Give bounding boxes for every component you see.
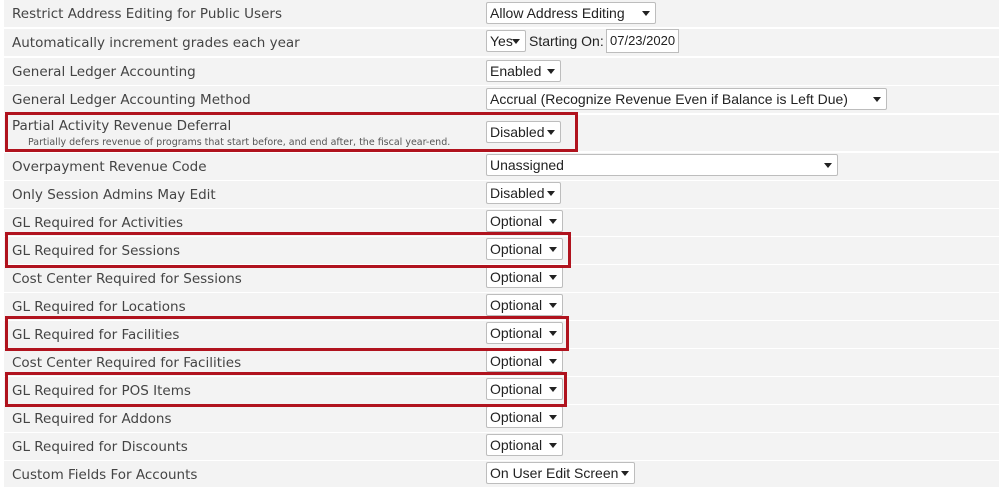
setting-label: General Ledger Accounting Method: [12, 92, 251, 108]
select-value: Optional: [490, 353, 543, 369]
gl-facilities-select[interactable]: Optional: [486, 322, 563, 344]
caret-down-icon: [547, 69, 555, 74]
setting-label: GL Required for Facilities: [12, 327, 180, 343]
select-value: On User Edit Screen: [490, 465, 619, 481]
select-value: Optional: [490, 269, 543, 285]
setting-label: Cost Center Required for Sessions: [12, 271, 242, 287]
select-value: Disabled: [490, 185, 545, 201]
caret-down-icon: [547, 130, 555, 135]
caret-down-icon: [873, 97, 881, 102]
gl-method-select[interactable]: Accrual (Recognize Revenue Even if Balan…: [486, 88, 887, 110]
setting-label: Cost Center Required for Facilities: [12, 355, 242, 371]
custom-fields-select[interactable]: On User Edit Screen: [486, 462, 635, 484]
select-value: Optional: [490, 325, 543, 341]
caret-down-icon: [824, 163, 832, 168]
gl-locations-select[interactable]: Optional: [486, 294, 563, 316]
partial-deferral-select[interactable]: Disabled: [486, 121, 561, 143]
gl-sessions-select[interactable]: Optional: [486, 238, 563, 260]
setting-label: General Ledger Accounting: [12, 64, 196, 80]
caret-down-icon: [549, 387, 557, 392]
caret-down-icon: [549, 247, 557, 252]
select-value: Allow Address Editing: [490, 5, 625, 21]
restrict-address-select[interactable]: Allow Address Editing: [486, 2, 656, 24]
overpayment-select[interactable]: Unassigned: [486, 154, 838, 176]
setting-label: GL Required for Addons: [12, 411, 172, 427]
increment-grades-select[interactable]: Yes: [486, 30, 526, 52]
select-value: Disabled: [490, 124, 545, 140]
setting-label: Automatically increment grades each year: [12, 35, 300, 51]
starting-on-label: Starting On:: [529, 33, 604, 49]
select-value: Accrual (Recognize Revenue Even if Balan…: [490, 91, 848, 107]
cc-sessions-select[interactable]: Optional: [486, 266, 563, 288]
setting-label: Restrict Address Editing for Public User…: [12, 6, 282, 22]
select-value: Optional: [490, 381, 543, 397]
session-admins-select[interactable]: Disabled: [486, 182, 561, 204]
setting-label: Overpayment Revenue Code: [12, 159, 207, 175]
setting-label: GL Required for Sessions: [12, 243, 181, 259]
caret-down-icon: [549, 331, 557, 336]
select-value: Unassigned: [490, 157, 564, 173]
setting-label: GL Required for Discounts: [12, 439, 188, 455]
gl-pos-items-select[interactable]: Optional: [486, 378, 563, 400]
caret-down-icon: [621, 471, 629, 476]
select-value: Optional: [490, 213, 543, 229]
caret-down-icon: [549, 303, 557, 308]
gl-activities-select[interactable]: Optional: [486, 210, 563, 232]
caret-down-icon: [549, 359, 557, 364]
setting-label: GL Required for Locations: [12, 299, 186, 315]
setting-label: GL Required for POS Items: [12, 383, 191, 399]
setting-label: GL Required for Activities: [12, 215, 184, 231]
caret-down-icon: [642, 11, 650, 16]
select-value: Optional: [490, 241, 543, 257]
caret-down-icon: [512, 39, 520, 44]
gl-addons-select[interactable]: Optional: [486, 406, 563, 428]
caret-down-icon: [549, 415, 557, 420]
caret-down-icon: [549, 275, 557, 280]
gl-discounts-select[interactable]: Optional: [486, 434, 563, 456]
caret-down-icon: [549, 219, 557, 224]
caret-down-icon: [549, 443, 557, 448]
cc-facilities-select[interactable]: Optional: [486, 350, 563, 372]
select-value: Optional: [490, 297, 543, 313]
setting-label: Custom Fields For Accounts: [12, 467, 198, 483]
setting-label: Partial Activity Revenue Deferral: [12, 118, 232, 134]
setting-description: Partially defers revenue of programs tha…: [28, 137, 451, 148]
select-value: Optional: [490, 437, 543, 453]
select-value: Yes: [490, 33, 513, 49]
select-value: Optional: [490, 409, 543, 425]
starting-on-date-input[interactable]: 07/23/2020: [606, 29, 679, 53]
select-value: Enabled: [490, 63, 542, 79]
setting-label: Only Session Admins May Edit: [12, 187, 216, 203]
gl-accounting-select[interactable]: Enabled: [486, 60, 561, 82]
caret-down-icon: [547, 191, 555, 196]
